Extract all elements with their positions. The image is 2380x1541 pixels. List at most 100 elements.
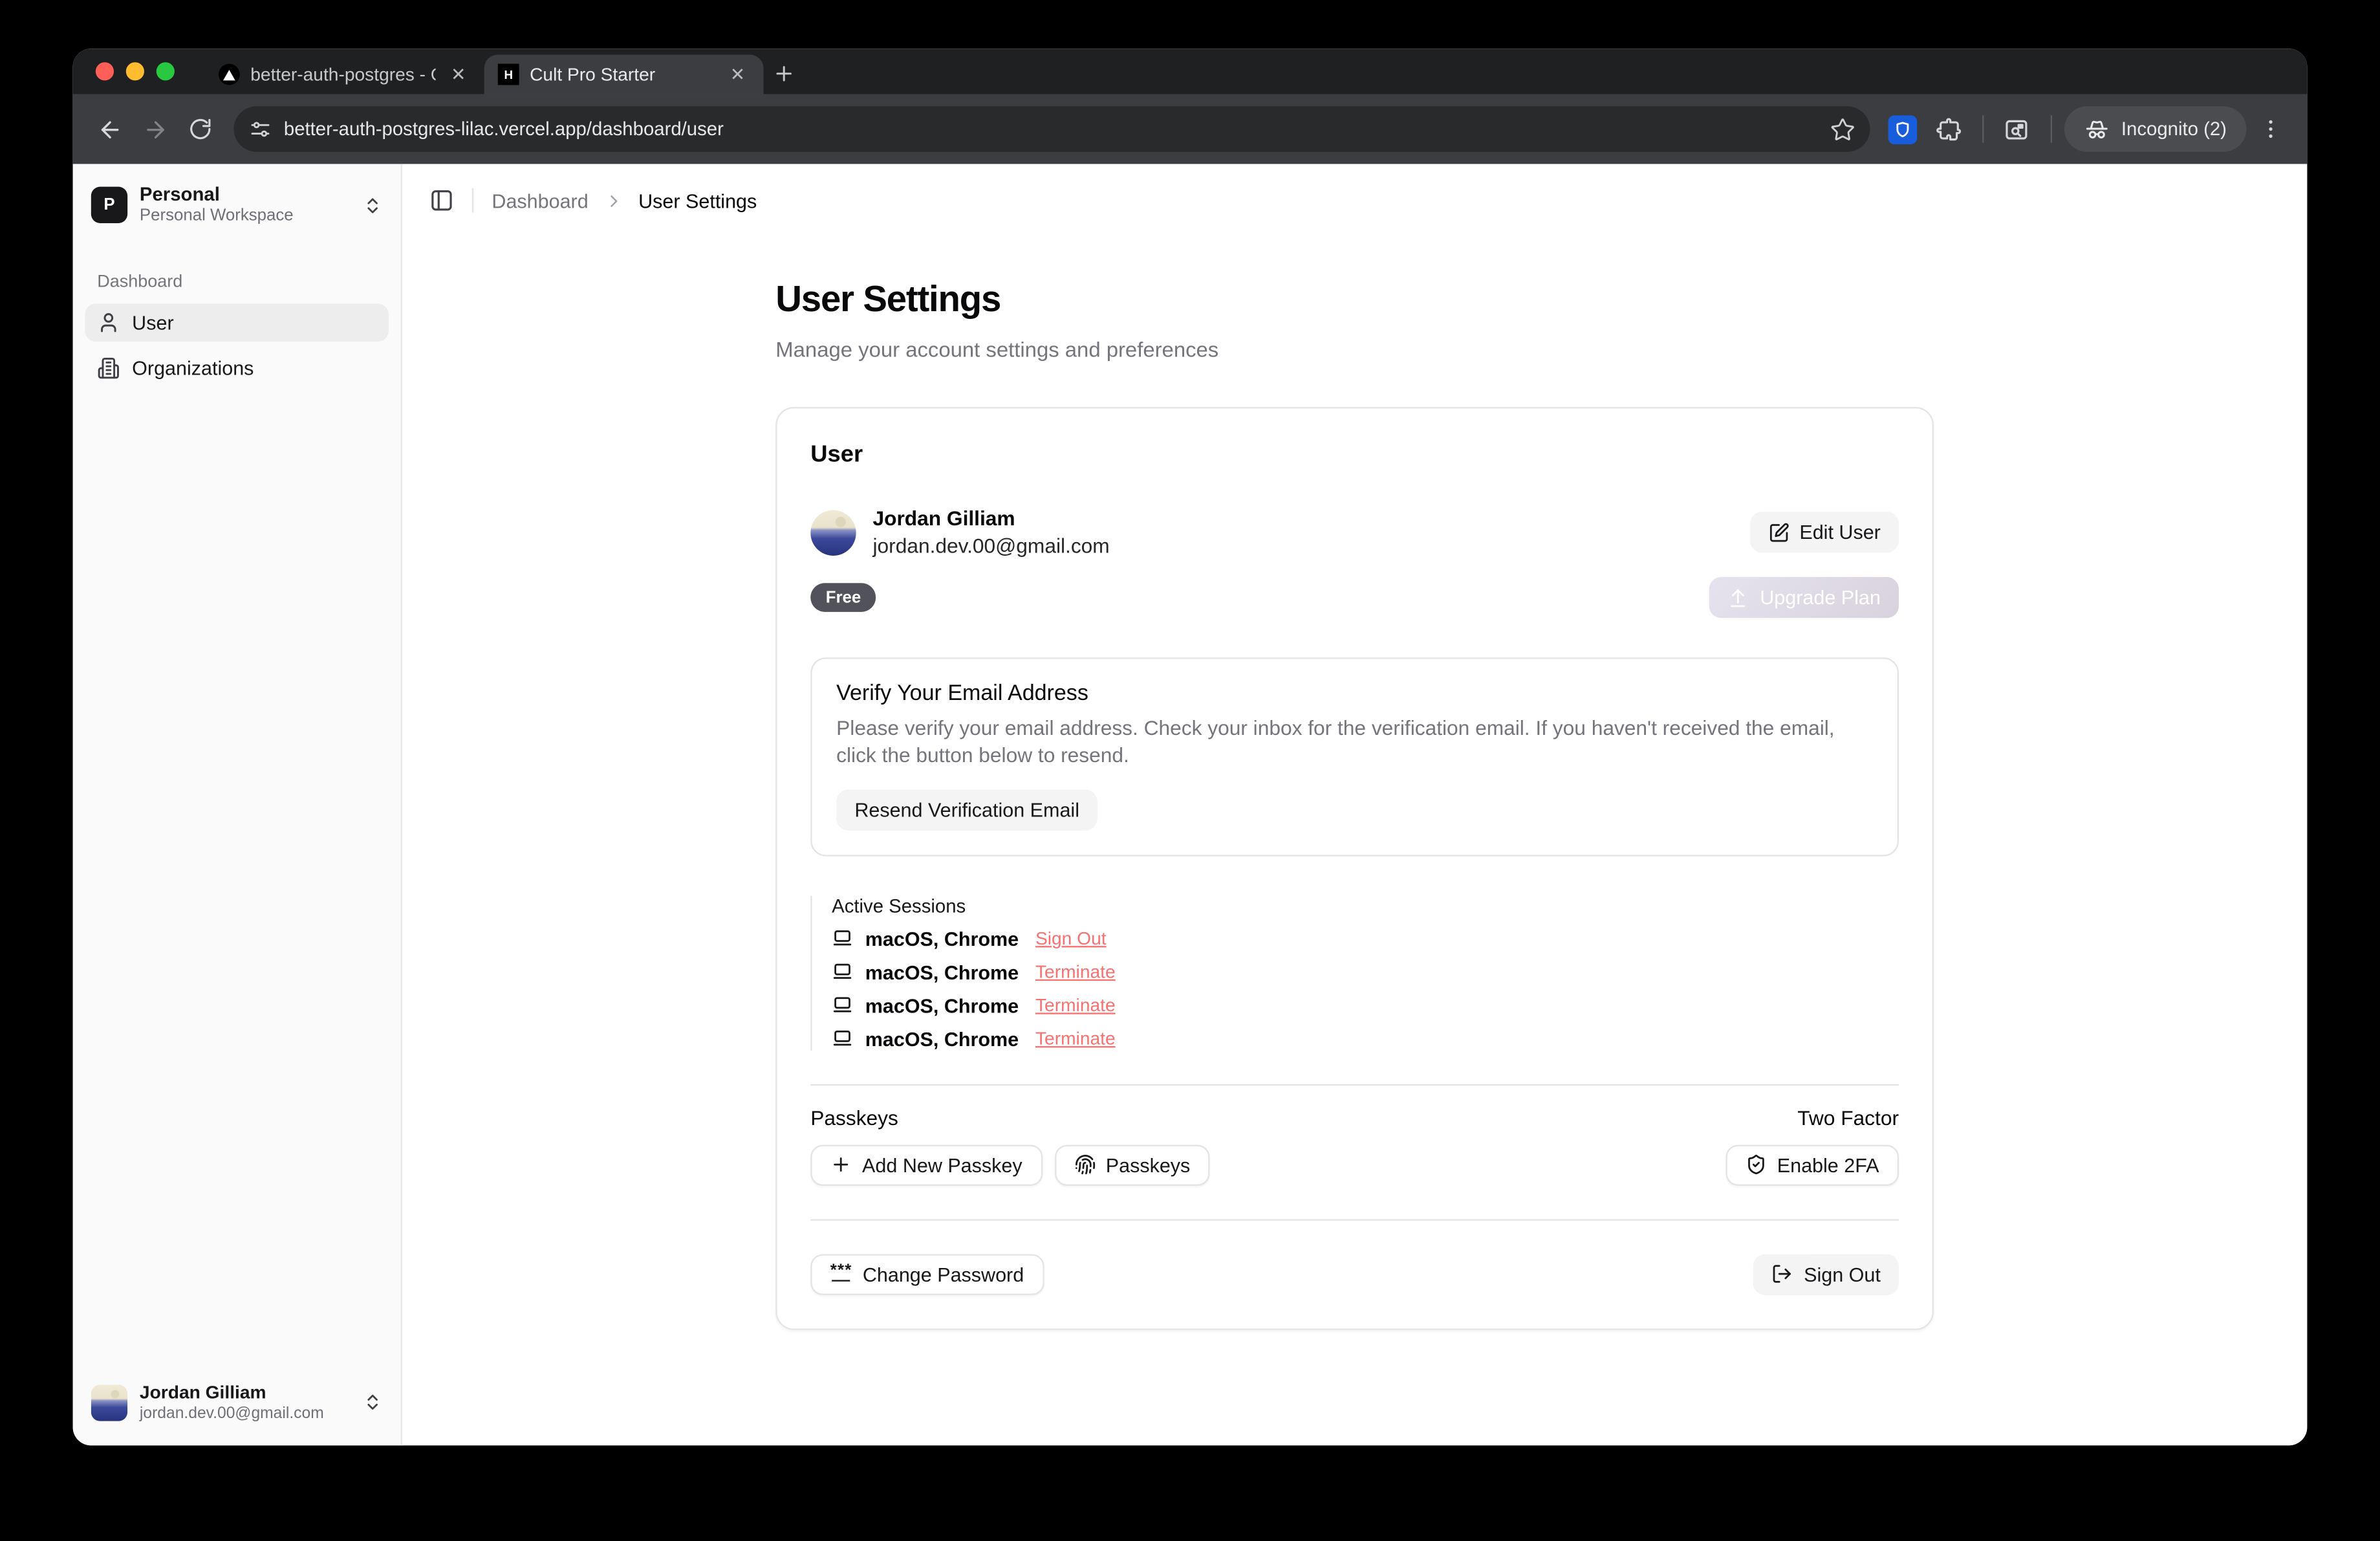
- session-device: macOS, Chrome: [865, 1027, 1019, 1050]
- zoom-window-button[interactable]: [157, 62, 175, 80]
- toolbar-divider: [2050, 115, 2051, 142]
- laptop-icon: [832, 1028, 853, 1049]
- session-row: macOS, Chrome Terminate: [832, 961, 1899, 983]
- verify-email-title: Verify Your Email Address: [836, 682, 1873, 706]
- minimize-window-button[interactable]: [126, 62, 144, 80]
- search-tabs-panel-icon[interactable]: [1995, 108, 2038, 151]
- two-factor-label: Two Factor: [1797, 1106, 1899, 1129]
- session-row: macOS, Chrome Sign Out: [832, 927, 1899, 950]
- screen: better-auth-postgres - Overv ✕ H Cult Pr…: [0, 0, 2380, 1541]
- bookmark-star-icon[interactable]: [1824, 117, 1860, 142]
- active-sessions-title: Active Sessions: [832, 895, 1899, 917]
- divider: [810, 1219, 1899, 1220]
- browser-menu-icon[interactable]: [2249, 108, 2292, 151]
- sidebar-user-menu[interactable]: Jordan Gilliam jordan.dev.00@gmail.com: [85, 1372, 388, 1433]
- tab-better-auth-postgres[interactable]: better-auth-postgres - Overv ✕: [205, 54, 484, 94]
- change-password-label: Change Password: [863, 1263, 1024, 1285]
- tab-cult-pro-starter[interactable]: H Cult Pro Starter ✕: [484, 54, 764, 94]
- sign-out-label: Sign Out: [1804, 1263, 1881, 1285]
- change-password-button[interactable]: *** Change Password: [810, 1254, 1043, 1295]
- browser-toolbar: better-auth-postgres-lilac.vercel.app/da…: [73, 94, 2308, 164]
- verify-email-body: Please verify your email address. Check …: [836, 716, 1868, 770]
- upload-arrow-icon: [1727, 587, 1748, 608]
- tab-strip: better-auth-postgres - Overv ✕ H Cult Pr…: [73, 49, 2308, 94]
- bitwarden-extension-icon[interactable]: [1881, 108, 1924, 151]
- shield-check-icon: [1745, 1154, 1766, 1175]
- sidebar-item-label: Organizations: [132, 357, 254, 380]
- sidebar-user-name: Jordan Gilliam: [140, 1381, 324, 1404]
- profile-row: Jordan Gilliam jordan.dev.00@gmail.com E…: [810, 506, 1899, 559]
- resend-verification-label: Resend Verification Email: [854, 798, 1079, 821]
- session-device: macOS, Chrome: [865, 961, 1019, 983]
- sidebar-item-organizations[interactable]: Organizations: [85, 349, 388, 388]
- divider: [810, 1084, 1899, 1085]
- close-tab-icon[interactable]: ✕: [446, 62, 471, 87]
- sidebar-item-label: User: [132, 312, 173, 334]
- app-content: P Personal Personal Workspace Dashboard …: [73, 164, 2308, 1445]
- session-terminate-link[interactable]: Terminate: [1035, 995, 1116, 1016]
- session-device: macOS, Chrome: [865, 994, 1019, 1017]
- breadcrumb-parent[interactable]: Dashboard: [492, 189, 588, 212]
- breadcrumb-current: User Settings: [638, 189, 757, 212]
- extensions-puzzle-icon[interactable]: [1927, 108, 1969, 151]
- fingerprint-icon: [1074, 1154, 1095, 1175]
- site-settings-icon[interactable]: [249, 118, 272, 140]
- password-asterisks-icon: ***: [830, 1267, 852, 1282]
- log-out-icon: [1772, 1263, 1793, 1285]
- incognito-icon: [2083, 116, 2109, 142]
- session-terminate-link[interactable]: Terminate: [1035, 961, 1116, 983]
- incognito-badge[interactable]: Incognito (2): [2064, 106, 2247, 151]
- user-avatar: [91, 1384, 127, 1421]
- url-text[interactable]: better-auth-postgres-lilac.vercel.app/da…: [284, 118, 1812, 140]
- session-device: macOS, Chrome: [865, 927, 1019, 950]
- sidebar: P Personal Personal Workspace Dashboard …: [73, 164, 402, 1445]
- vercel-favicon-icon: [219, 64, 240, 85]
- plan-row: Free Upgrade Plan: [810, 577, 1899, 618]
- active-sessions: Active Sessions macOS, Chrome Sign Out m…: [810, 895, 1899, 1050]
- sidebar-user-email: jordan.dev.00@gmail.com: [140, 1404, 324, 1425]
- user-icon: [97, 312, 120, 334]
- add-new-passkey-button[interactable]: Add New Passkey: [810, 1144, 1042, 1185]
- breadcrumb: Dashboard User Settings: [402, 164, 2307, 237]
- close-tab-icon[interactable]: ✕: [726, 62, 750, 87]
- laptop-icon: [832, 995, 853, 1016]
- workspace-name: Personal: [140, 184, 294, 206]
- enable-2fa-button[interactable]: Enable 2FA: [1726, 1144, 1899, 1185]
- page-subtitle: Manage your account settings and prefere…: [775, 337, 1934, 362]
- resend-verification-button[interactable]: Resend Verification Email: [836, 789, 1098, 830]
- laptop-icon: [832, 961, 853, 983]
- chevron-right-icon: [603, 191, 623, 211]
- upgrade-plan-label: Upgrade Plan: [1760, 586, 1881, 609]
- workspace-avatar: P: [91, 187, 127, 223]
- close-window-button[interactable]: [96, 62, 114, 80]
- sign-out-button[interactable]: Sign Out: [1754, 1254, 1899, 1295]
- edit-user-button[interactable]: Edit User: [1749, 512, 1899, 552]
- laptop-icon: [832, 928, 853, 949]
- chevrons-up-down-icon: [363, 195, 383, 215]
- new-tab-button[interactable]: [764, 53, 803, 93]
- enable-2fa-label: Enable 2FA: [1777, 1153, 1879, 1176]
- cult-favicon-icon: H: [498, 64, 519, 85]
- plus-icon: [830, 1154, 852, 1175]
- passkeys-button[interactable]: Passkeys: [1054, 1144, 1210, 1185]
- security-buttons-row: Add New Passkey Passkeys: [810, 1144, 1899, 1185]
- page-title: User Settings: [775, 279, 1934, 322]
- session-row: macOS, Chrome Terminate: [832, 1027, 1899, 1050]
- workspace-type: Personal Workspace: [140, 206, 294, 226]
- sidebar-item-user[interactable]: User: [85, 304, 388, 342]
- sidebar-toggle-icon[interactable]: [429, 188, 454, 213]
- reload-button[interactable]: [179, 108, 222, 151]
- workspace-switcher[interactable]: P Personal Personal Workspace: [85, 176, 388, 234]
- verify-email-panel: Verify Your Email Address Please verify …: [810, 657, 1899, 856]
- session-sign-out-link[interactable]: Sign Out: [1035, 928, 1107, 949]
- session-terminate-link[interactable]: Terminate: [1035, 1028, 1116, 1049]
- edit-pencil-icon: [1768, 521, 1789, 543]
- upgrade-plan-button[interactable]: Upgrade Plan: [1708, 577, 1899, 618]
- back-button[interactable]: [88, 108, 131, 151]
- main-area: Dashboard User Settings User Settings Ma…: [402, 164, 2307, 1445]
- address-bar[interactable]: better-auth-postgres-lilac.vercel.app/da…: [233, 106, 1869, 151]
- passkeys-label-btn: Passkeys: [1106, 1153, 1191, 1176]
- window-controls: [96, 49, 175, 94]
- tab-title: better-auth-postgres - Overv: [250, 64, 435, 85]
- breadcrumb-divider: [472, 188, 473, 213]
